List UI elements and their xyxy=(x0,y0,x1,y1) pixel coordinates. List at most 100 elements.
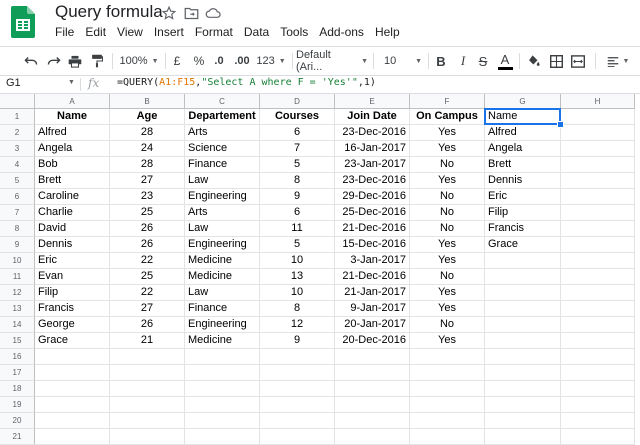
cell-c9[interactable]: Engineering xyxy=(185,237,260,253)
cell-a10[interactable]: Eric xyxy=(35,253,110,269)
cell-h20[interactable] xyxy=(561,413,635,429)
cell-b10[interactable]: 22 xyxy=(110,253,185,269)
cell-c21[interactable] xyxy=(185,429,260,445)
cell-b1[interactable]: Age xyxy=(110,109,185,125)
print-icon[interactable] xyxy=(66,52,84,70)
cell-c13[interactable]: Finance xyxy=(185,301,260,317)
cell-h13[interactable] xyxy=(561,301,635,317)
cell-f7[interactable]: No xyxy=(410,205,485,221)
cloud-status-icon[interactable] xyxy=(204,4,222,22)
cell-b6[interactable]: 23 xyxy=(110,189,185,205)
select-all-corner[interactable] xyxy=(0,94,35,109)
menu-help[interactable]: Help xyxy=(375,25,400,39)
cell-g8[interactable]: Francis xyxy=(485,221,561,237)
cell-f15[interactable]: Yes xyxy=(410,333,485,349)
cell-a16[interactable] xyxy=(35,349,110,365)
cell-a14[interactable]: George xyxy=(35,317,110,333)
cell-e7[interactable]: 25-Dec-2016 xyxy=(335,205,410,221)
cell-d20[interactable] xyxy=(260,413,335,429)
cell-b14[interactable]: 26 xyxy=(110,317,185,333)
cell-g21[interactable] xyxy=(485,429,561,445)
strikethrough-button[interactable]: S xyxy=(476,52,490,70)
decrease-decimal-button[interactable]: .0 xyxy=(212,52,226,70)
cell-f6[interactable]: No xyxy=(410,189,485,205)
cell-e3[interactable]: 16-Jan-2017 xyxy=(335,141,410,157)
cell-f9[interactable]: Yes xyxy=(410,237,485,253)
cell-c8[interactable]: Law xyxy=(185,221,260,237)
row-header[interactable]: 7 xyxy=(0,205,35,221)
zoom-select[interactable]: 100% ▼ xyxy=(118,52,160,70)
font-family-select[interactable]: Default (Ari... ▼ xyxy=(296,49,368,73)
menu-data[interactable]: Data xyxy=(244,25,269,39)
more-formats-select[interactable]: 123 ▼ xyxy=(256,52,286,70)
cell-g16[interactable] xyxy=(485,349,561,365)
name-box[interactable]: G1 ▼ xyxy=(6,77,75,89)
document-title[interactable]: Query formula xyxy=(55,2,163,22)
column-header-d[interactable]: D xyxy=(260,94,335,109)
redo-icon[interactable] xyxy=(45,52,63,70)
cell-g2[interactable]: Alfred xyxy=(485,125,561,141)
cell-e18[interactable] xyxy=(335,381,410,397)
cell-g11[interactable] xyxy=(485,269,561,285)
cell-f14[interactable]: No xyxy=(410,317,485,333)
cell-d6[interactable]: 9 xyxy=(260,189,335,205)
cell-h19[interactable] xyxy=(561,397,635,413)
menu-tools[interactable]: Tools xyxy=(280,25,308,39)
cell-a8[interactable]: David xyxy=(35,221,110,237)
cell-b8[interactable]: 26 xyxy=(110,221,185,237)
cell-h8[interactable] xyxy=(561,221,635,237)
cell-b20[interactable] xyxy=(110,413,185,429)
cell-e14[interactable]: 20-Jan-2017 xyxy=(335,317,410,333)
cell-a15[interactable]: Grace xyxy=(35,333,110,349)
format-currency-button[interactable]: £ xyxy=(170,52,184,70)
cell-h18[interactable] xyxy=(561,381,635,397)
cell-b7[interactable]: 25 xyxy=(110,205,185,221)
cell-f18[interactable] xyxy=(410,381,485,397)
row-header[interactable]: 17 xyxy=(0,365,35,381)
row-header[interactable]: 21 xyxy=(0,429,35,445)
fill-handle[interactable] xyxy=(557,121,564,128)
cell-a3[interactable]: Angela xyxy=(35,141,110,157)
cell-a7[interactable]: Charlie xyxy=(35,205,110,221)
cell-e20[interactable] xyxy=(335,413,410,429)
merge-cells-icon[interactable] xyxy=(570,52,586,70)
cell-c14[interactable]: Engineering xyxy=(185,317,260,333)
cell-b17[interactable] xyxy=(110,365,185,381)
cell-b13[interactable]: 27 xyxy=(110,301,185,317)
column-header-g[interactable]: G xyxy=(485,94,561,109)
cell-a5[interactable]: Brett xyxy=(35,173,110,189)
cell-e11[interactable]: 21-Dec-2016 xyxy=(335,269,410,285)
cell-d13[interactable]: 8 xyxy=(260,301,335,317)
row-header[interactable]: 20 xyxy=(0,413,35,429)
cell-f4[interactable]: No xyxy=(410,157,485,173)
row-header[interactable]: 16 xyxy=(0,349,35,365)
cell-h1[interactable] xyxy=(561,109,635,125)
row-header[interactable]: 8 xyxy=(0,221,35,237)
cell-f13[interactable]: Yes xyxy=(410,301,485,317)
cell-f3[interactable]: Yes xyxy=(410,141,485,157)
cell-h2[interactable] xyxy=(561,125,635,141)
cell-g19[interactable] xyxy=(485,397,561,413)
cell-e9[interactable]: 15-Dec-2016 xyxy=(335,237,410,253)
cell-h15[interactable] xyxy=(561,333,635,349)
menu-view[interactable]: View xyxy=(117,25,143,39)
cell-d7[interactable]: 6 xyxy=(260,205,335,221)
cell-f2[interactable]: Yes xyxy=(410,125,485,141)
cell-b16[interactable] xyxy=(110,349,185,365)
cell-c17[interactable] xyxy=(185,365,260,381)
column-header-e[interactable]: E xyxy=(335,94,410,109)
cell-e16[interactable] xyxy=(335,349,410,365)
cell-f21[interactable] xyxy=(410,429,485,445)
cell-f19[interactable] xyxy=(410,397,485,413)
align-left-icon[interactable]: ▼ xyxy=(603,52,633,70)
cell-g13[interactable] xyxy=(485,301,561,317)
cell-b18[interactable] xyxy=(110,381,185,397)
cell-g15[interactable] xyxy=(485,333,561,349)
borders-icon[interactable] xyxy=(548,52,564,70)
paint-format-icon[interactable] xyxy=(88,52,106,70)
cell-d3[interactable]: 7 xyxy=(260,141,335,157)
cell-d11[interactable]: 13 xyxy=(260,269,335,285)
row-header[interactable]: 13 xyxy=(0,301,35,317)
cell-a1[interactable]: Name xyxy=(35,109,110,125)
font-size-select[interactable]: 10 ▼ xyxy=(380,52,422,70)
